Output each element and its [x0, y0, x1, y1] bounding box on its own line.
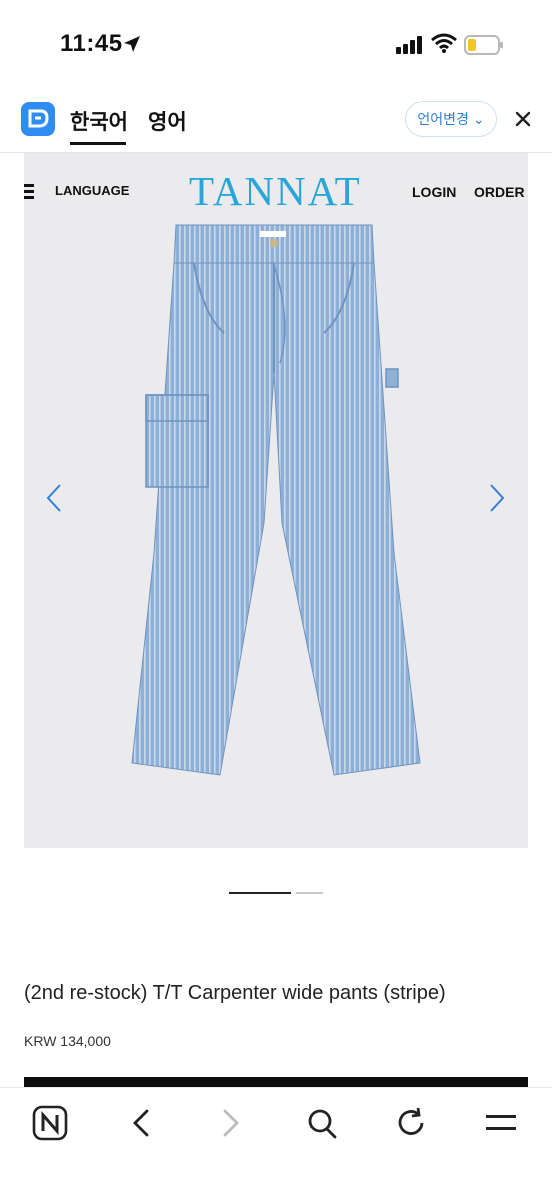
product-title: (2nd re-stock) T/T Carpenter wide pants … — [24, 982, 446, 1004]
back-icon[interactable] — [127, 1105, 155, 1141]
carousel-indicator — [0, 892, 552, 896]
battery-icon — [464, 35, 503, 55]
translate-bar: 한국어 영어 언어변경 ⌄ — [0, 90, 552, 153]
carousel-next-icon[interactable] — [487, 483, 507, 513]
change-language-label: 언어변경 — [417, 111, 469, 127]
product-image — [131, 224, 421, 776]
chevron-down-icon: ⌄ — [472, 111, 485, 127]
brand-logo[interactable]: TANNAT — [189, 167, 362, 215]
nav-language-link[interactable]: LANGUAGE — [55, 183, 129, 198]
forward-icon[interactable] — [217, 1105, 245, 1141]
location-arrow-icon — [124, 36, 140, 52]
browser-toolbar — [0, 1087, 552, 1200]
wifi-icon — [431, 33, 457, 53]
tab-korean[interactable]: 한국어 — [70, 106, 128, 136]
carousel-prev-icon[interactable] — [44, 483, 64, 513]
status-bar: 11:45 — [0, 0, 552, 90]
carousel-indicator-inactive[interactable] — [296, 892, 323, 894]
nav-login-link[interactable]: LOGIN — [412, 184, 456, 200]
naver-icon[interactable] — [32, 1105, 68, 1141]
search-icon[interactable] — [305, 1105, 339, 1141]
product-image-carousel[interactable]: LANGUAGE TANNAT LOGIN ORDER — [24, 153, 528, 848]
active-tab-indicator — [70, 142, 126, 145]
product-price: KRW 134,000 — [24, 1033, 111, 1049]
change-language-button[interactable]: 언어변경 ⌄ — [405, 101, 497, 137]
refresh-icon[interactable] — [396, 1105, 428, 1141]
close-icon[interactable] — [512, 108, 534, 130]
hamburger-menu-icon[interactable] — [24, 183, 36, 201]
nav-order-link[interactable]: ORDER — [474, 184, 525, 200]
status-time: 11:45 — [60, 30, 123, 57]
cellular-signal-icon — [396, 36, 422, 54]
menu-icon[interactable] — [484, 1105, 518, 1141]
page: 11:45 한국어 영어 언어변경 ⌄ LANGUAGE TANNAT LOGI… — [0, 0, 552, 1200]
carousel-indicator-active[interactable] — [229, 892, 291, 894]
translate-logo-icon — [21, 102, 55, 136]
tab-english[interactable]: 영어 — [148, 106, 187, 136]
